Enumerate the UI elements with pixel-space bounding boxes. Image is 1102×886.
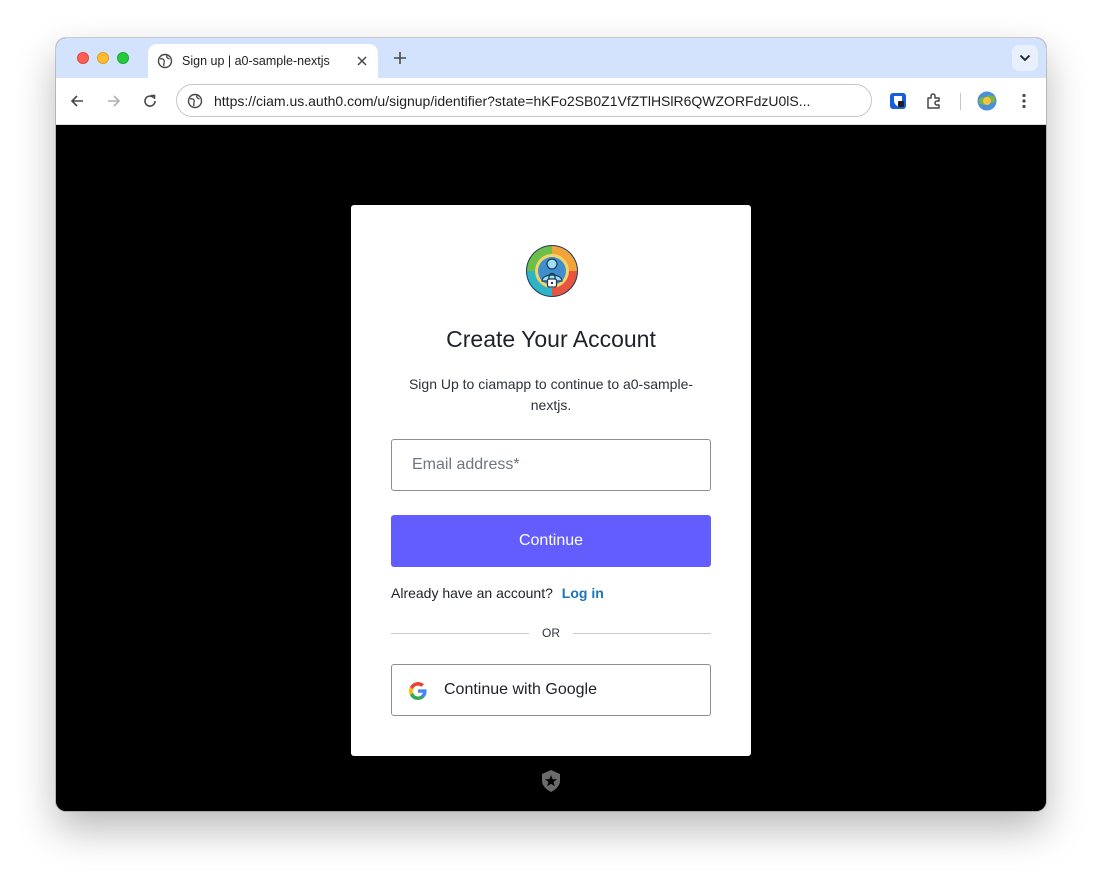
continue-button[interactable]: Continue: [391, 515, 711, 567]
reload-icon[interactable]: [139, 90, 161, 112]
ciamapp-logo: [524, 243, 580, 299]
extensions-icon[interactable]: [923, 90, 945, 112]
close-icon[interactable]: [354, 53, 370, 69]
page-subtitle: Sign Up to ciamapp to continue to a0-sam…: [408, 376, 694, 413]
close-window-button[interactable]: [77, 52, 89, 64]
toolbar-separator: [960, 93, 961, 110]
address-bar[interactable]: https://ciam.us.auth0.com/u/signup/ident…: [176, 84, 872, 117]
browser-toolbar: https://ciam.us.auth0.com/u/signup/ident…: [56, 78, 1046, 125]
globe-icon: [157, 53, 173, 69]
google-icon: [409, 682, 427, 700]
already-have-account-text: Already have an account?: [391, 585, 553, 601]
signup-card: Create Your Account Sign Up to ciamapp t…: [351, 205, 751, 756]
browser-window: Sign up | a0-sample-nextjs https://ciam.…: [56, 38, 1046, 811]
minimize-window-button[interactable]: [97, 52, 109, 64]
email-input[interactable]: [392, 440, 710, 490]
bitwarden-icon[interactable]: [887, 90, 909, 112]
email-field: [391, 439, 711, 491]
zoom-window-button[interactable]: [117, 52, 129, 64]
back-arrow-icon[interactable]: [66, 90, 88, 112]
plus-icon[interactable]: [390, 48, 410, 68]
page-title: Create Your Account: [446, 326, 656, 352]
url-text: https://ciam.us.auth0.com/u/signup/ident…: [214, 93, 811, 109]
page-content: Create Your Account Sign Up to ciamapp t…: [56, 125, 1046, 811]
auth0-shield-icon: [541, 770, 561, 792]
or-divider: OR: [391, 626, 711, 640]
login-prompt: Already have an account? Log in: [391, 585, 604, 601]
browser-tab-active[interactable]: Sign up | a0-sample-nextjs: [148, 44, 378, 78]
google-button-label: Continue with Google: [444, 681, 597, 698]
kebab-menu-icon[interactable]: [1013, 90, 1035, 112]
login-link[interactable]: Log in: [562, 585, 604, 601]
tab-title: Sign up | a0-sample-nextjs: [182, 54, 330, 68]
continue-with-google-button[interactable]: Continue with Google: [391, 664, 711, 716]
tab-strip: Sign up | a0-sample-nextjs: [56, 38, 1046, 78]
profile-avatar-icon[interactable]: [976, 90, 998, 112]
forward-arrow-icon[interactable]: [103, 90, 125, 112]
site-info-icon[interactable]: [186, 92, 204, 110]
chevron-down-icon[interactable]: [1012, 45, 1038, 71]
